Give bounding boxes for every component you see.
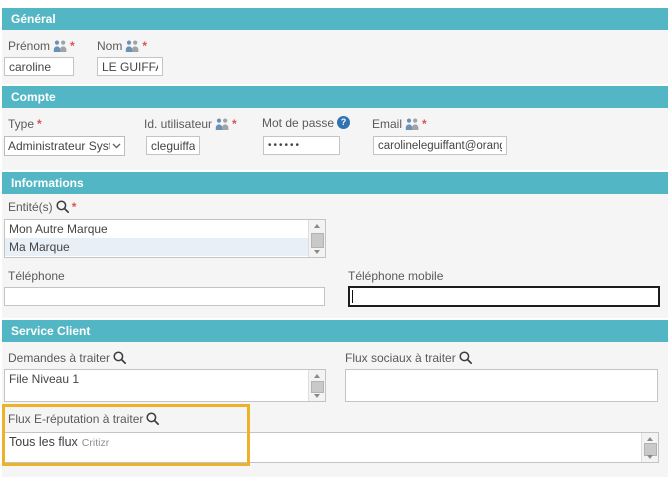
- text-caret: [352, 290, 353, 303]
- nom-label-row: Nom *: [97, 38, 147, 53]
- required-asterisk: *: [37, 117, 42, 131]
- demandes-label-row: Demandes à traiter: [8, 350, 126, 365]
- section-header-service-client: Service Client: [2, 320, 668, 342]
- id-utilisateur-input[interactable]: [146, 136, 200, 155]
- email-label: Email: [372, 117, 402, 131]
- scroll-up-icon[interactable]: [309, 371, 325, 380]
- section-header-general: Général: [2, 8, 668, 30]
- flux-sociaux-label-row: Flux sociaux à traiter: [345, 350, 472, 365]
- mot-de-passe-label-row: Mot de passe ?: [262, 115, 350, 130]
- chevron-down-icon: [112, 143, 121, 149]
- mot-de-passe-input[interactable]: [263, 136, 340, 155]
- search-icon[interactable]: [56, 200, 69, 213]
- section-header-compte: Compte: [2, 86, 668, 108]
- scrollbar[interactable]: [308, 220, 325, 257]
- id-utilisateur-label-row: Id. utilisateur *: [144, 116, 237, 131]
- flux-ereputation-listbox[interactable]: Tous les flux Critizr: [4, 432, 659, 463]
- list-item-main-text: Tous les flux: [5, 433, 78, 452]
- list-item-sub-text: Critizr: [82, 434, 109, 453]
- type-select-value: Administrateur Systè: [8, 139, 110, 153]
- demandes-label: Demandes à traiter: [8, 351, 110, 365]
- help-icon[interactable]: ?: [337, 116, 350, 129]
- id-utilisateur-label: Id. utilisateur: [144, 117, 212, 131]
- search-icon[interactable]: [146, 412, 159, 425]
- flux-sociaux-label: Flux sociaux à traiter: [345, 351, 456, 365]
- scrollbar[interactable]: [308, 370, 325, 401]
- search-icon[interactable]: [113, 351, 126, 364]
- required-asterisk: *: [72, 200, 77, 214]
- scroll-up-icon[interactable]: [642, 434, 658, 443]
- flux-ereputation-label-row: Flux E-réputation à traiter: [8, 411, 159, 426]
- search-icon[interactable]: [459, 351, 472, 364]
- nom-label: Nom: [97, 39, 122, 53]
- prenom-label: Prénom: [8, 39, 50, 53]
- demandes-listbox[interactable]: File Niveau 1: [4, 369, 326, 402]
- scroll-down-icon[interactable]: [309, 247, 325, 256]
- users-icon: [215, 118, 229, 130]
- scroll-up-icon[interactable]: [309, 221, 325, 230]
- telephone-input[interactable]: [4, 287, 325, 306]
- required-asterisk: *: [142, 39, 147, 53]
- user-profile-form: Général Prénom * Nom * Compte: [0, 0, 670, 477]
- flux-ereputation-label: Flux E-réputation à traiter: [8, 412, 143, 426]
- email-label-row: Email *: [372, 116, 427, 131]
- scrollbar[interactable]: [641, 433, 658, 462]
- section-header-informations: Informations: [2, 172, 668, 194]
- list-item[interactable]: File Niveau 1: [5, 370, 325, 388]
- users-icon: [125, 40, 139, 52]
- type-label-row: Type *: [8, 116, 42, 131]
- users-icon: [405, 118, 419, 130]
- entites-label-row: Entité(s) *: [8, 199, 76, 214]
- scroll-down-icon[interactable]: [642, 452, 658, 461]
- flux-sociaux-listbox[interactable]: [345, 369, 658, 402]
- required-asterisk: *: [232, 117, 237, 131]
- list-item-selected[interactable]: Ma Marque: [5, 238, 325, 256]
- mot-de-passe-label: Mot de passe: [262, 116, 334, 130]
- telephone-mobile-label: Téléphone mobile: [348, 268, 443, 283]
- prenom-label-row: Prénom *: [8, 38, 75, 53]
- required-asterisk: *: [70, 39, 75, 53]
- scrollbar-thumb[interactable]: [311, 233, 324, 248]
- users-icon: [53, 40, 67, 52]
- nom-input[interactable]: [97, 57, 163, 76]
- required-asterisk: *: [422, 117, 427, 131]
- scroll-down-icon[interactable]: [309, 391, 325, 400]
- entites-listbox[interactable]: Mon Autre Marque Ma Marque: [4, 219, 326, 258]
- telephone-mobile-input[interactable]: [348, 286, 660, 307]
- list-item[interactable]: Tous les flux Critizr: [5, 433, 658, 452]
- entites-label: Entité(s): [8, 200, 53, 214]
- type-label: Type: [8, 117, 34, 131]
- type-select[interactable]: Administrateur Systè: [4, 136, 125, 156]
- telephone-label: Téléphone: [8, 268, 65, 283]
- list-item[interactable]: Mon Autre Marque: [5, 220, 325, 238]
- prenom-input[interactable]: [4, 57, 74, 76]
- email-input[interactable]: [373, 136, 507, 155]
